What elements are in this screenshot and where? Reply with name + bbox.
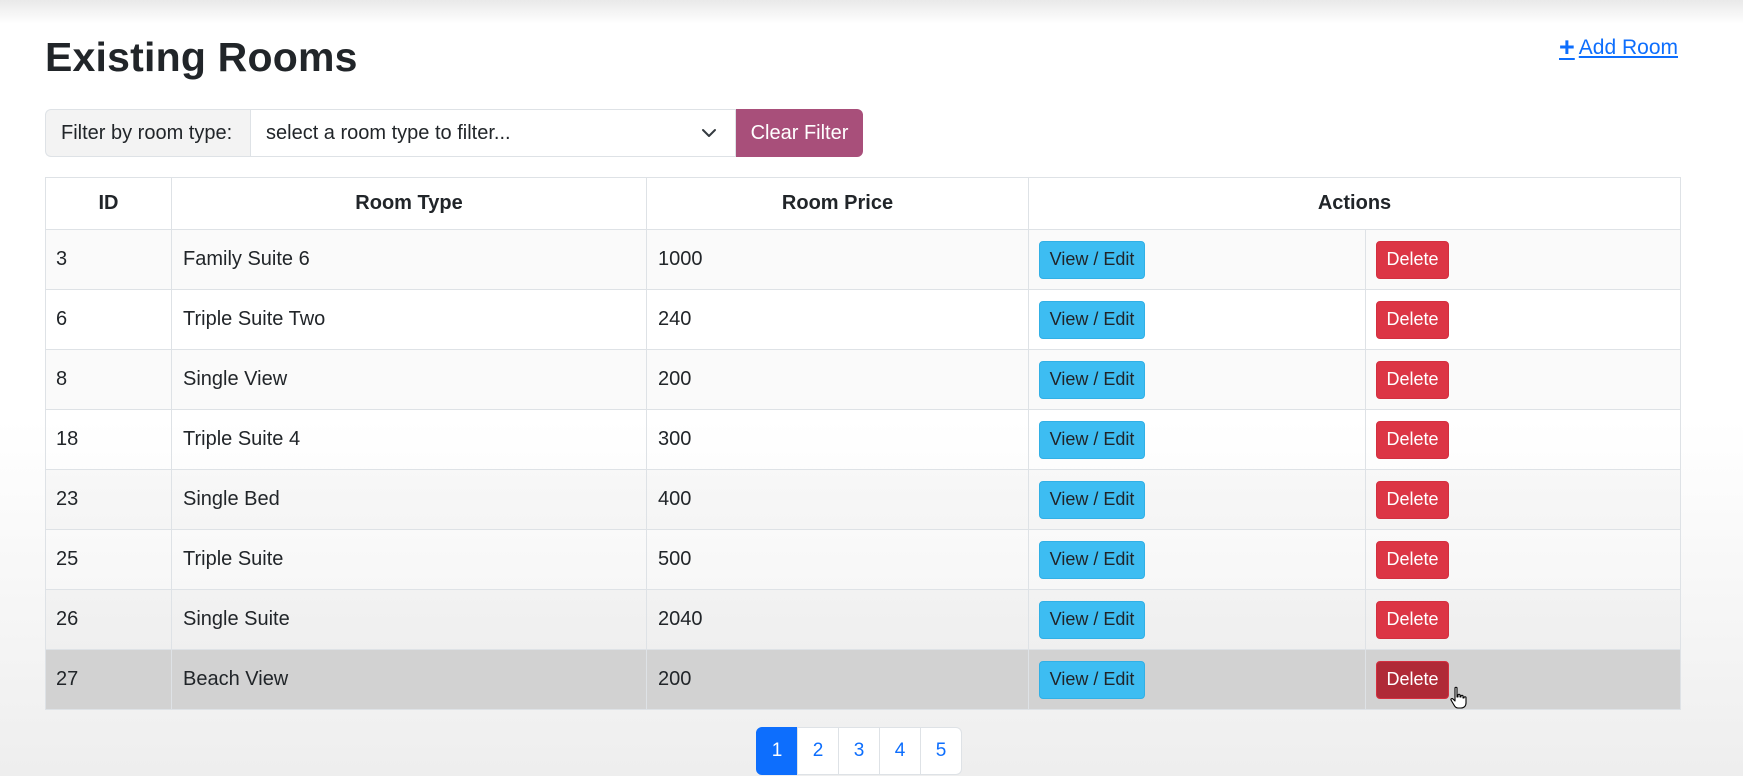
delete-cell: Delete [1365, 409, 1681, 470]
room-id-cell: 6 [45, 289, 172, 350]
room-type-cell: Single View [171, 349, 647, 410]
room-price-cell: 500 [646, 529, 1029, 590]
view-edit-button[interactable]: View / Edit [1039, 420, 1145, 459]
delete-cell: Delete [1365, 229, 1681, 290]
plus-icon: + [1559, 32, 1575, 62]
chevron-down-icon [702, 129, 716, 137]
view-edit-button[interactable]: View / Edit [1039, 300, 1145, 339]
page-link-3[interactable]: 3 [838, 727, 880, 775]
column-header-id: ID [45, 177, 172, 230]
rooms-table: ID Room Type Room Price Actions 3 Family … [45, 177, 1681, 710]
room-id-cell: 25 [45, 529, 172, 590]
room-id-cell: 3 [45, 229, 172, 290]
page-link-4[interactable]: 4 [879, 727, 921, 775]
room-type-select[interactable]: select a room type to filter... [250, 109, 736, 157]
delete-cell: Delete [1365, 289, 1681, 350]
table-row: 8 Single View 200 View / Edit Delete [45, 349, 1681, 410]
table-row: 23 Single Bed 400 View / Edit Delete [45, 469, 1681, 530]
room-id-cell: 18 [45, 409, 172, 470]
table-header-row: ID Room Type Room Price Actions [45, 177, 1681, 230]
delete-button[interactable]: Delete [1376, 600, 1449, 639]
room-price-cell: 200 [646, 349, 1029, 410]
delete-button[interactable]: Delete [1376, 660, 1449, 699]
room-type-cell: Single Bed [171, 469, 647, 530]
add-room-label: Add Room [1578, 35, 1678, 59]
table-row: 3 Family Suite 6 1000 View / Edit Delete [45, 229, 1681, 290]
room-price-cell: 1000 [646, 229, 1029, 290]
clear-filter-button[interactable]: Clear Filter [736, 109, 863, 157]
view-edit-cell: View / Edit [1028, 409, 1366, 470]
view-edit-button[interactable]: View / Edit [1039, 600, 1145, 639]
view-edit-button[interactable]: View / Edit [1039, 240, 1145, 279]
table-row: 26 Single Suite 2040 View / Edit Delete [45, 589, 1681, 650]
delete-cell: Delete [1365, 469, 1681, 530]
delete-button[interactable]: Delete [1376, 240, 1449, 279]
add-room-link[interactable]: + Add Room [1559, 34, 1678, 61]
column-header-room-type: Room Type [171, 177, 647, 230]
room-type-cell: Family Suite 6 [171, 229, 647, 290]
view-edit-cell: View / Edit [1028, 529, 1366, 590]
view-edit-cell: View / Edit [1028, 589, 1366, 650]
delete-cell: Delete [1365, 589, 1681, 650]
room-price-cell: 300 [646, 409, 1029, 470]
view-edit-button[interactable]: View / Edit [1039, 660, 1145, 699]
room-id-cell: 8 [45, 349, 172, 410]
view-edit-cell: View / Edit [1028, 289, 1366, 350]
page-link-2[interactable]: 2 [797, 727, 839, 775]
room-type-select-placeholder: select a room type to filter... [266, 121, 511, 144]
view-edit-button[interactable]: View / Edit [1039, 480, 1145, 519]
filter-label: Filter by room type: [45, 109, 250, 157]
table-row: 25 Triple Suite 500 View / Edit Delete [45, 529, 1681, 590]
delete-button[interactable]: Delete [1376, 480, 1449, 519]
room-type-cell: Triple Suite 4 [171, 409, 647, 470]
page-title: Existing Rooms [45, 34, 358, 80]
room-type-cell: Triple Suite Two [171, 289, 647, 350]
delete-button[interactable]: Delete [1376, 360, 1449, 399]
room-type-cell: Triple Suite [171, 529, 647, 590]
page-link-5[interactable]: 5 [920, 727, 962, 775]
delete-button[interactable]: Delete [1376, 540, 1449, 579]
room-id-cell: 23 [45, 469, 172, 530]
room-price-cell: 400 [646, 469, 1029, 530]
table-row: 6 Triple Suite Two 240 View / Edit Delete [45, 289, 1681, 350]
view-edit-cell: View / Edit [1028, 649, 1366, 710]
page-link-1[interactable]: 1 [756, 727, 798, 775]
room-type-cell: Beach View [171, 649, 647, 710]
column-header-room-price: Room Price [646, 177, 1029, 230]
room-price-cell: 240 [646, 289, 1029, 350]
delete-button[interactable]: Delete [1376, 420, 1449, 459]
table-row: 27 Beach View 200 View / Edit Delete [45, 649, 1681, 710]
view-edit-cell: View / Edit [1028, 469, 1366, 530]
delete-button[interactable]: Delete [1376, 300, 1449, 339]
view-edit-button[interactable]: View / Edit [1039, 540, 1145, 579]
delete-cell: Delete [1365, 529, 1681, 590]
view-edit-cell: View / Edit [1028, 229, 1366, 290]
column-header-actions: Actions [1028, 177, 1681, 230]
room-id-cell: 27 [45, 649, 172, 710]
delete-cell: Delete [1365, 349, 1681, 410]
room-type-cell: Single Suite [171, 589, 647, 650]
view-edit-cell: View / Edit [1028, 349, 1366, 410]
room-type-filter: Filter by room type: select a room type … [45, 109, 863, 157]
delete-cell: Delete [1365, 649, 1681, 710]
pagination: 12345 [756, 727, 962, 775]
room-price-cell: 200 [646, 649, 1029, 710]
room-price-cell: 2040 [646, 589, 1029, 650]
room-id-cell: 26 [45, 589, 172, 650]
view-edit-button[interactable]: View / Edit [1039, 360, 1145, 399]
table-row: 18 Triple Suite 4 300 View / Edit Delete [45, 409, 1681, 470]
